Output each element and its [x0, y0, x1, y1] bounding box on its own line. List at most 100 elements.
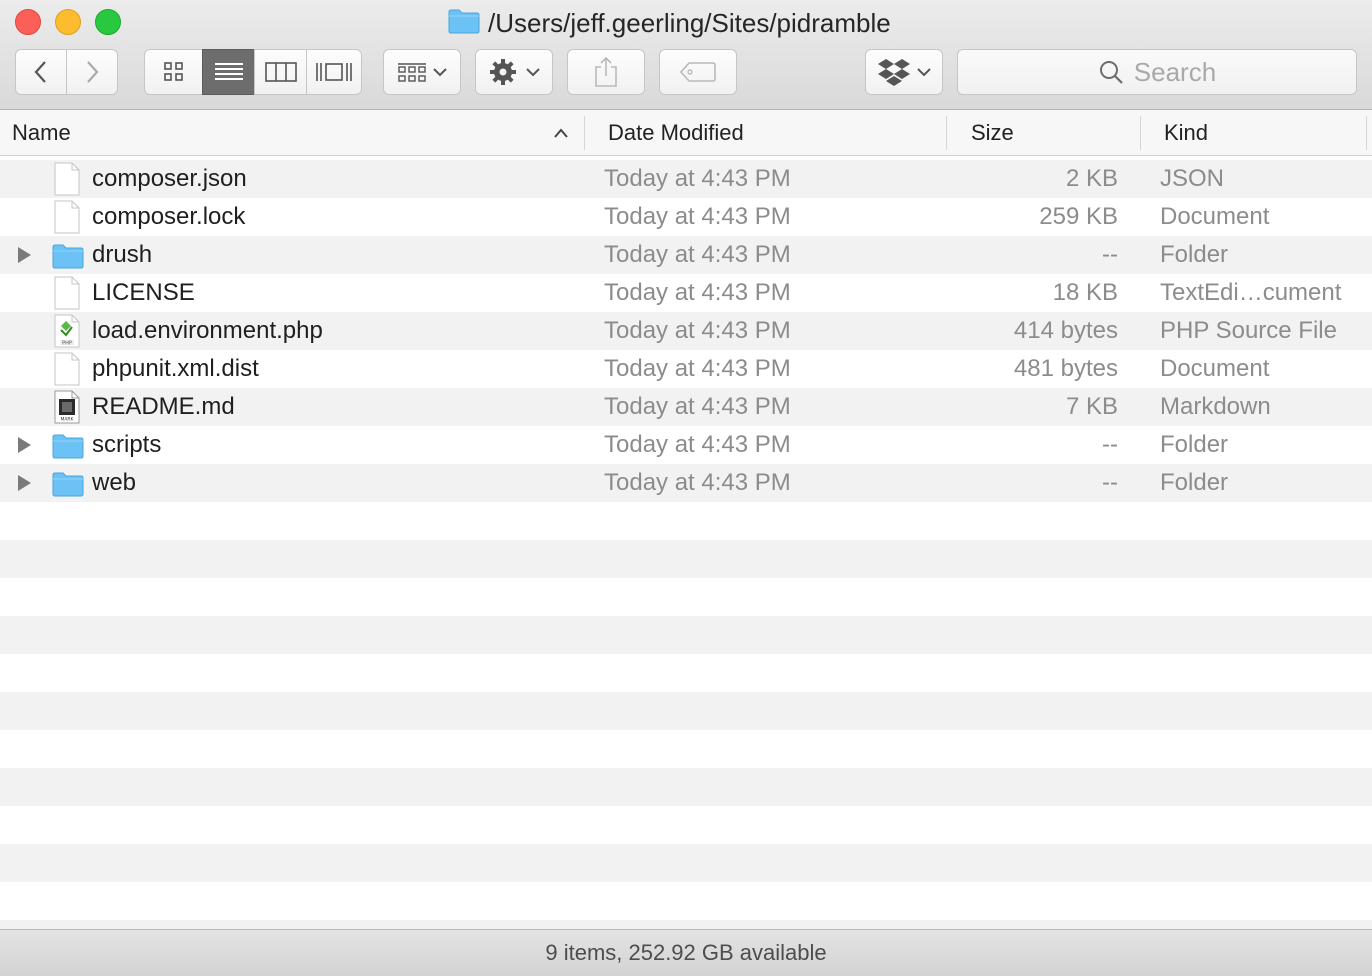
empty-row	[0, 692, 1372, 730]
zoom-window-button[interactable]	[95, 9, 121, 35]
list-view-icon	[214, 63, 243, 80]
column-header-date-modified[interactable]: Date Modified	[608, 110, 744, 156]
file-size: 18 KB	[1052, 279, 1118, 306]
search-icon	[1099, 61, 1123, 84]
file-kind: TextEdi…cument	[1160, 279, 1342, 306]
file-kind: Document	[1160, 203, 1270, 230]
document-icon	[52, 200, 82, 239]
markdown-file-icon: MARK	[52, 390, 82, 429]
empty-row	[0, 654, 1372, 692]
file-name: web	[92, 469, 137, 496]
folder-row[interactable]: scripts Today at 4:43 PM -- Folder	[0, 426, 1372, 464]
arrange-grid-icon	[398, 63, 426, 82]
file-kind: Folder	[1160, 431, 1229, 458]
list-view-button[interactable]	[202, 49, 255, 95]
file-name: composer.lock	[92, 203, 246, 230]
window-title-text: /Users/jeff.geerling/Sites/pidramble	[488, 7, 891, 38]
arrange-button[interactable]	[383, 49, 461, 95]
empty-row	[0, 768, 1372, 806]
file-size: 2 KB	[1065, 165, 1118, 192]
action-button[interactable]	[475, 49, 553, 95]
file-size: 7 KB	[1065, 393, 1118, 420]
column-header-kind[interactable]: Kind	[1164, 110, 1208, 156]
file-list: composer.json Today at 4:43 PM 2 KB JSON com…	[0, 160, 1372, 958]
folder-row[interactable]: drush Today at 4:43 PM -- Folder	[0, 236, 1372, 274]
empty-row	[0, 502, 1372, 540]
empty-row	[0, 578, 1372, 616]
chevron-left-icon	[34, 61, 46, 83]
file-size: --	[1102, 431, 1118, 458]
column-view-icon	[264, 62, 297, 82]
dropbox-button[interactable]	[865, 49, 943, 95]
back-button[interactable]	[15, 49, 67, 95]
column-separator[interactable]	[1366, 116, 1367, 150]
close-window-button[interactable]	[15, 9, 41, 35]
php-file-icon: PHP	[52, 314, 82, 353]
empty-row	[0, 844, 1372, 882]
file-row[interactable]: phpunit.xml.dist Today at 4:43 PM 481 byte…	[0, 350, 1372, 388]
column-header-name[interactable]: Name	[12, 110, 572, 156]
column-separator[interactable]	[1140, 116, 1141, 150]
search-field[interactable]: Search	[957, 49, 1357, 95]
search-placeholder: Search	[1133, 56, 1217, 87]
empty-row	[0, 806, 1372, 844]
disclosure-triangle-icon[interactable]	[16, 246, 32, 269]
file-kind: Folder	[1160, 469, 1229, 496]
file-kind: Folder	[1160, 241, 1229, 268]
disclosure-triangle-icon[interactable]	[16, 436, 32, 459]
file-row[interactable]: composer.json Today at 4:43 PM 2 KB JSON	[0, 160, 1372, 198]
folder-icon	[52, 238, 84, 277]
file-row[interactable]: composer.lock Today at 4:43 PM 259 KB Docum…	[0, 198, 1372, 236]
sort-ascending-icon	[554, 128, 568, 138]
file-kind: JSON	[1160, 165, 1225, 192]
folder-icon	[52, 466, 84, 505]
column-separator[interactable]	[584, 116, 585, 150]
empty-row	[0, 882, 1372, 920]
file-date-modified: Today at 4:43 PM	[604, 165, 791, 192]
svg-text:MARK: MARK	[60, 417, 74, 423]
document-icon	[52, 352, 82, 391]
folder-icon	[448, 8, 480, 39]
column-view-button[interactable]	[254, 49, 307, 95]
file-size: --	[1102, 469, 1118, 496]
file-row[interactable]: LICENSE Today at 4:43 PM 18 KB TextEdi…cume…	[0, 274, 1372, 312]
file-date-modified: Today at 4:43 PM	[604, 203, 791, 230]
file-kind: Markdown	[1160, 393, 1271, 420]
forward-button[interactable]	[66, 49, 118, 95]
icon-view-button[interactable]	[144, 49, 203, 95]
dropbox-icon	[878, 59, 910, 86]
column-header-size-label: Size	[971, 120, 1014, 145]
svg-text:PHP: PHP	[62, 341, 72, 347]
file-name: load.environment.php	[92, 317, 323, 344]
file-size: 259 KB	[1039, 203, 1118, 230]
file-kind: PHP Source File	[1160, 317, 1337, 344]
column-header-size[interactable]: Size	[971, 110, 1014, 156]
file-row[interactable]: PHP load.environment.php Today at 4:43 PM 4…	[0, 312, 1372, 350]
folder-icon	[52, 428, 84, 467]
column-header-date-label: Date Modified	[608, 120, 744, 145]
file-date-modified: Today at 4:43 PM	[604, 355, 791, 382]
share-button[interactable]	[567, 49, 645, 95]
file-date-modified: Today at 4:43 PM	[604, 393, 791, 420]
empty-row	[0, 616, 1372, 654]
disclosure-triangle-icon[interactable]	[16, 474, 32, 497]
tag-icon	[679, 62, 716, 82]
file-name: LICENSE	[92, 279, 195, 306]
cover-flow-view-button[interactable]	[306, 49, 362, 95]
column-header-kind-label: Kind	[1164, 120, 1209, 145]
icon-view-icon	[163, 62, 183, 81]
file-name: composer.json	[92, 165, 247, 192]
file-size: 414 bytes	[1013, 317, 1118, 344]
folder-row[interactable]: web Today at 4:43 PM -- Folder	[0, 464, 1372, 502]
minimize-window-button[interactable]	[55, 9, 81, 35]
file-name: drush	[92, 241, 153, 268]
column-separator[interactable]	[946, 116, 947, 150]
chevron-right-icon	[87, 61, 99, 83]
file-row[interactable]: MARK README.md Today at 4:43 PM 7 KB Markdow…	[0, 388, 1372, 426]
toolbar: /Users/jeff.geerling/Sites/pidramble Sea…	[0, 0, 1372, 110]
chevron-down-icon	[433, 68, 447, 77]
file-date-modified: Today at 4:43 PM	[604, 279, 791, 306]
file-name: README.md	[92, 393, 235, 420]
tag-button[interactable]	[659, 49, 737, 95]
file-size: 481 bytes	[1013, 355, 1118, 382]
